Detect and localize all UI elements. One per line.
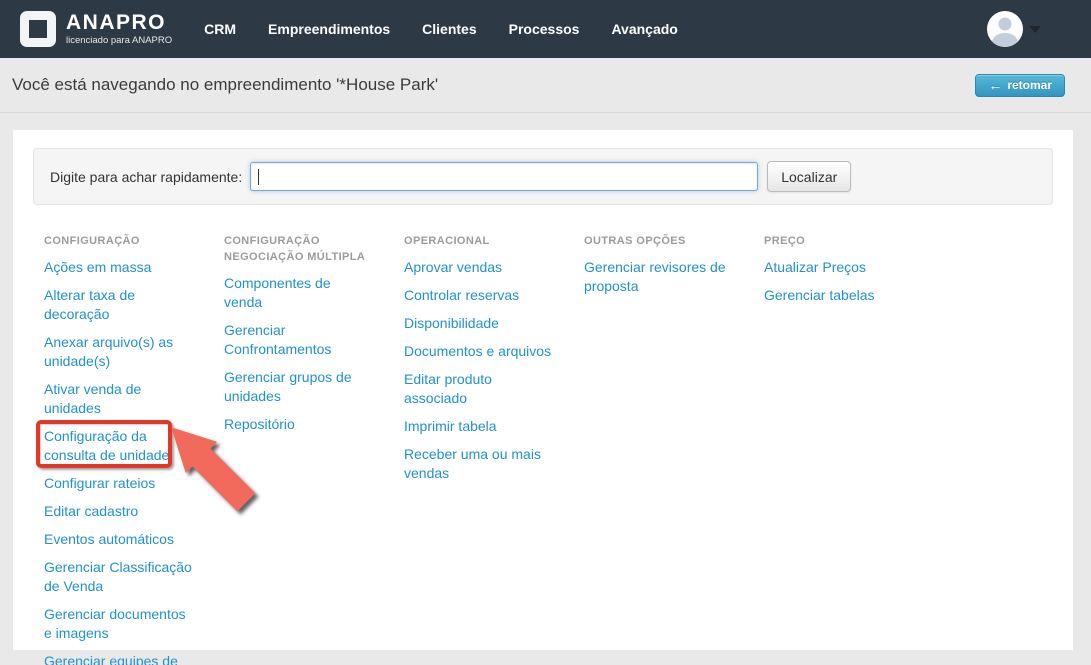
menu-link[interactable]: Ações em massa — [44, 258, 192, 277]
menu-link[interactable]: Ativar venda de unidades — [44, 380, 192, 418]
menu-link[interactable]: Disponibilidade — [404, 314, 552, 333]
menu-link[interactable]: Repositório — [224, 415, 372, 434]
person-silhouette-icon — [987, 11, 1023, 47]
search-input-wrap — [250, 162, 758, 191]
localizar-button[interactable]: Localizar — [767, 161, 851, 192]
section-configuracao: CONFIGURAÇÃO Ações em massa Alterar taxa … — [44, 233, 192, 665]
search-label: Digite para achar rapidamente: — [50, 169, 242, 185]
section-title: CONFIGURAÇÃO NEGOCIAÇÃO MÚLTIPLA — [224, 233, 372, 265]
back-button-label: retomar — [1007, 78, 1052, 92]
section-title: OUTRAS OPÇÕES — [584, 233, 732, 249]
menu-link[interactable]: Configurar rateios — [44, 474, 192, 493]
back-button[interactable]: ← retomar — [975, 74, 1065, 97]
text-caret — [258, 169, 259, 185]
section-title: OPERACIONAL — [404, 233, 552, 249]
menu-link[interactable]: Eventos automáticos — [44, 530, 192, 549]
anapro-logo-icon — [20, 11, 56, 47]
main-menu-item[interactable]: CRM — [204, 21, 236, 37]
section-links: Atualizar Preços Gerenciar tabelas — [764, 258, 912, 314]
menu-link[interactable]: Gerenciar tabelas — [764, 286, 912, 305]
main-menu-item[interactable]: Empreendimentos — [268, 21, 390, 37]
main-menu-item[interactable]: Clientes — [422, 21, 476, 37]
arrow-left-icon: ← — [988, 78, 1002, 92]
menu-link[interactable]: Atualizar Preços — [764, 258, 912, 277]
section-title: CONFIGURAÇÃO — [44, 233, 192, 249]
link-columns: CONFIGURAÇÃO Ações em massa Alterar taxa … — [33, 233, 1053, 665]
main-menu: CRM Empreendimentos Clientes Processos Avanç… — [204, 21, 678, 37]
menu-link[interactable]: Aprovar vendas — [404, 258, 552, 277]
brand-name: ANAPRO — [66, 12, 172, 34]
quick-search-panel: Digite para achar rapidamente: Localizar — [33, 148, 1053, 205]
user-menu[interactable] — [987, 11, 1041, 47]
main-menu-item[interactable]: Processos — [509, 21, 580, 37]
top-navbar: ANAPRO licenciado para ANAPRO CRM Empreen… — [0, 0, 1091, 58]
brand-logo[interactable]: ANAPRO licenciado para ANAPRO — [20, 11, 172, 47]
menu-link[interactable]: Imprimir tabela — [404, 417, 552, 436]
menu-link[interactable]: Editar produto associado — [404, 370, 552, 408]
search-input[interactable] — [250, 162, 758, 191]
menu-link[interactable]: Gerenciar grupos de unidades — [224, 368, 372, 406]
menu-link[interactable]: Anexar arquivo(s) as unidade(s) — [44, 333, 192, 371]
menu-link[interactable]: Gerenciar Confrontamentos — [224, 321, 372, 359]
section-title: PREÇO — [764, 233, 912, 249]
section-links: Componentes de venda Gerenciar Confrontam… — [224, 274, 372, 443]
brand-text: ANAPRO licenciado para ANAPRO — [66, 12, 172, 46]
menu-link-highlighted[interactable]: Configuração da consulta de unidade — [44, 427, 192, 465]
brand-subtitle: licenciado para ANAPRO — [66, 35, 172, 46]
content-card: Digite para achar rapidamente: Localizar… — [13, 130, 1073, 650]
menu-link[interactable]: Alterar taxa de decoração — [44, 286, 192, 324]
menu-link[interactable]: Gerenciar equipes de venda — [44, 652, 192, 665]
page-title: Você está navegando no empreendimento '*… — [12, 75, 438, 95]
chevron-down-icon — [1029, 26, 1041, 33]
menu-link[interactable]: Gerenciar documentos e imagens — [44, 605, 192, 643]
section-links: Ações em massa Alterar taxa de decoração A… — [44, 258, 192, 665]
user-avatar-icon — [987, 11, 1023, 47]
section-links: Aprovar vendas Controlar reservas Disponib… — [404, 258, 552, 492]
menu-link[interactable]: Receber uma ou mais vendas — [404, 445, 552, 483]
menu-link[interactable]: Editar cadastro — [44, 502, 192, 521]
menu-link[interactable]: Controlar reservas — [404, 286, 552, 305]
menu-link[interactable]: Gerenciar revisores de proposta — [584, 258, 732, 296]
section-preco: PREÇO Atualizar Preços Gerenciar tabelas — [764, 233, 912, 314]
section-outras-opcoes: OUTRAS OPÇÕES Gerenciar revisores de pro… — [584, 233, 732, 305]
menu-link[interactable]: Documentos e arquivos — [404, 342, 552, 361]
menu-link[interactable]: Gerenciar Classificação de Venda — [44, 558, 192, 596]
menu-link[interactable]: Componentes de venda — [224, 274, 372, 312]
section-operacional: OPERACIONAL Aprovar vendas Controlar rese… — [404, 233, 552, 492]
context-bar: Você está navegando no empreendimento '*… — [0, 58, 1091, 113]
main-menu-item[interactable]: Avançado — [611, 21, 677, 37]
section-configuracao-negociacao-multipla: CONFIGURAÇÃO NEGOCIAÇÃO MÚLTIPLA Compone… — [224, 233, 372, 443]
section-links: Gerenciar revisores de proposta — [584, 258, 732, 305]
